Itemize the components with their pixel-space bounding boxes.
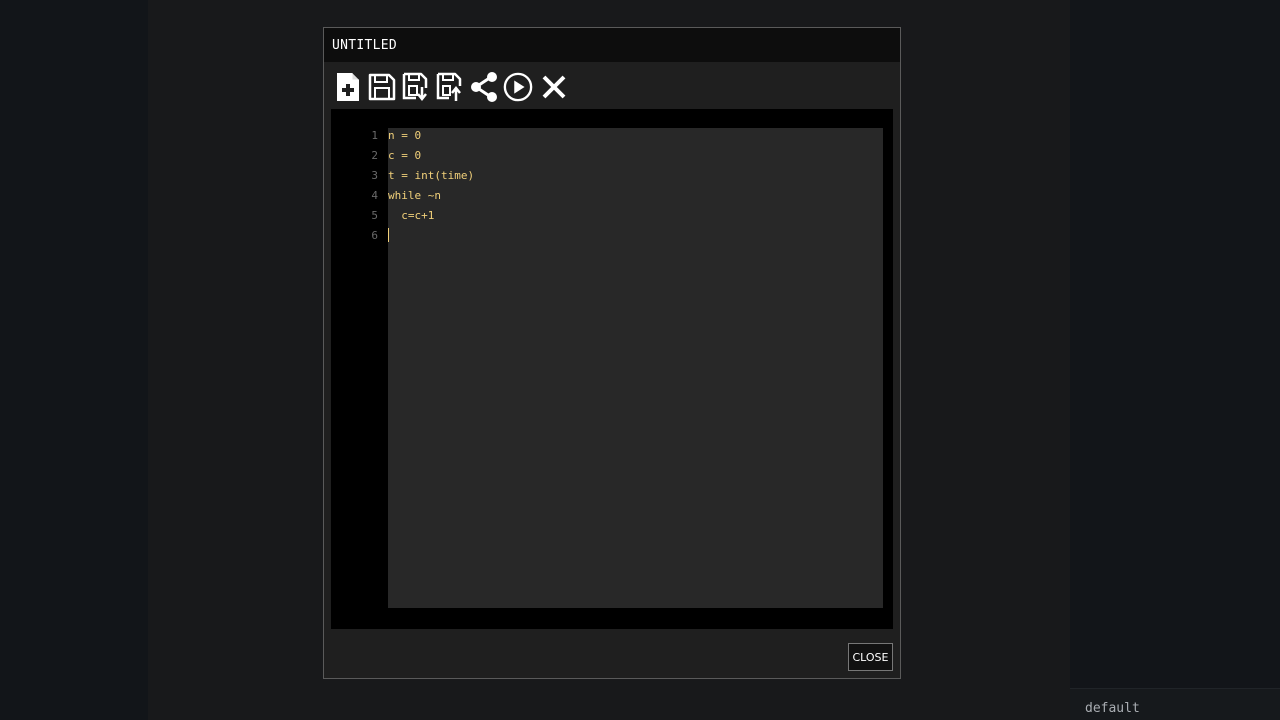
share-button[interactable] [469,69,499,105]
line-number: 4 [371,189,378,202]
line-number: 1 [371,129,378,142]
save-icon [368,73,396,101]
line-number: 2 [371,149,378,162]
code-line: 2 c = 0 [331,149,883,169]
right-pane [1070,0,1280,720]
code-text: c = 0 [388,149,422,162]
new-file-button[interactable] [333,69,363,105]
save-upload-button[interactable] [435,69,465,105]
close-button[interactable]: CLOSE [848,643,893,671]
code-text: c=c+1 [388,209,435,222]
new-file-icon [337,73,359,101]
code-editor[interactable]: 1 n = 0 2 c = 0 3 t = int(time) 4 while … [331,109,893,629]
close-editor-button[interactable] [539,69,569,105]
line-number: 3 [371,169,378,182]
save-download-icon [402,72,428,102]
code-text: n = 0 [388,129,422,142]
code-line: 3 t = int(time) [331,169,883,189]
save-button[interactable] [367,69,397,105]
close-icon [542,75,566,99]
code-line: 4 while ~n [331,189,883,209]
code-line: 1 n = 0 [331,129,883,149]
share-icon [471,72,497,102]
status-label: default [1085,701,1140,716]
line-number: 6 [371,229,378,242]
status-bar: default [1070,688,1280,720]
left-pane [0,0,148,720]
code-text: t = int(time) [388,169,475,182]
save-upload-icon [436,72,462,101]
dialog-title-bar: UNTITLED [324,28,900,62]
script-editor-dialog: UNTITLED 1 n = 0 2 c = 0 3 t = int(time)… [323,27,901,679]
text-cursor [388,228,389,242]
line-number: 5 [371,209,378,222]
code-line: 5 c=c+1 [331,209,883,229]
run-button[interactable] [503,69,533,105]
code-text: while ~n [388,189,441,202]
code-line: 6 [331,228,883,249]
save-download-button[interactable] [401,69,431,105]
run-icon [503,72,533,102]
dialog-title: UNTITLED [332,38,398,53]
